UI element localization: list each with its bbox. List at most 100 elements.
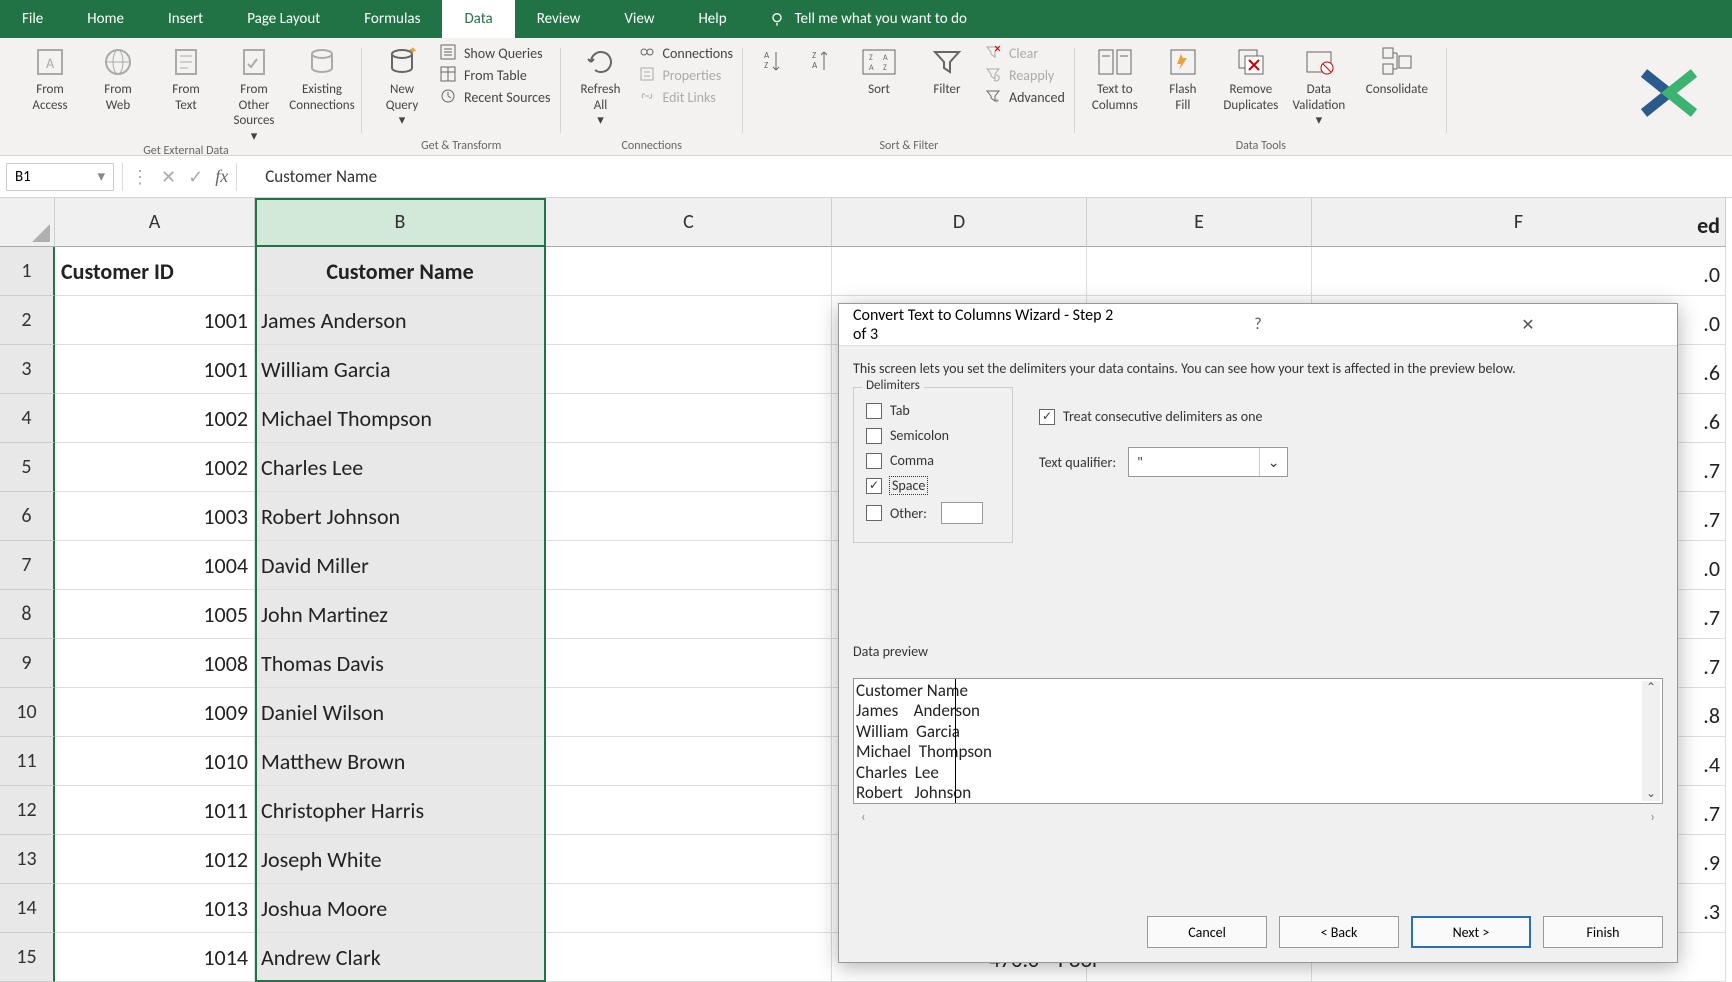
tab-home[interactable]: Home (65, 0, 146, 38)
name-box[interactable]: B1 ▾ (6, 163, 114, 191)
col-header-A[interactable]: A (55, 198, 255, 247)
text-to-columns-button[interactable]: Text toColumns (1085, 40, 1145, 113)
cell[interactable]: 1002 (55, 394, 255, 443)
properties-button[interactable]: Properties (639, 66, 733, 84)
scroll-left-icon[interactable]: ‹ (861, 808, 866, 825)
cell[interactable] (1312, 247, 1726, 296)
col-header-B[interactable]: B (255, 198, 546, 247)
cell[interactable] (1087, 247, 1312, 296)
show-queries-button[interactable]: Show Queries (440, 44, 551, 62)
row-header-15[interactable]: 15 (0, 933, 55, 982)
fx-icon[interactable]: fx (215, 166, 228, 187)
dots-icon[interactable]: ⋮ (131, 166, 149, 188)
cell[interactable] (546, 786, 832, 835)
tab-insert[interactable]: Insert (146, 0, 225, 38)
row-header-2[interactable]: 2 (0, 296, 55, 345)
edit-links-button[interactable]: Edit Links (639, 88, 733, 106)
cell[interactable] (546, 247, 832, 296)
cell[interactable] (546, 394, 832, 443)
cell[interactable]: 1005 (55, 590, 255, 639)
cell[interactable] (546, 443, 832, 492)
row-header-10[interactable]: 10 (0, 688, 55, 737)
data-validation-button[interactable]: DataValidation ▾ (1289, 40, 1349, 129)
row-header-5[interactable]: 5 (0, 443, 55, 492)
row-header-11[interactable]: 11 (0, 737, 55, 786)
sort-az-button[interactable]: AZ (753, 40, 793, 82)
remove-duplicates-button[interactable]: RemoveDuplicates (1221, 40, 1281, 113)
row-header-3[interactable]: 3 (0, 345, 55, 394)
semicolon-checkbox[interactable] (866, 428, 882, 444)
cell[interactable]: 1001 (55, 296, 255, 345)
enter-icon[interactable]: ✓ (188, 166, 203, 188)
refresh-all-button[interactable]: RefreshAll ▾ (571, 40, 631, 129)
other-delimiter-input[interactable] (941, 502, 983, 524)
sort-button[interactable]: ZAAZSort (849, 40, 909, 98)
cell[interactable]: James Anderson (255, 296, 546, 345)
cell[interactable] (546, 835, 832, 884)
tab-page-layout[interactable]: Page Layout (225, 0, 342, 38)
space-checkbox[interactable] (866, 478, 882, 494)
col-header-E[interactable]: E (1087, 198, 1312, 247)
col-header-F[interactable]: F (1312, 198, 1726, 247)
cell[interactable]: 1001 (55, 345, 255, 394)
row-header-9[interactable]: 9 (0, 639, 55, 688)
cell[interactable]: Charles Lee (255, 443, 546, 492)
from-access-button[interactable]: AFromAccess (20, 40, 80, 113)
scroll-up-icon[interactable]: ⌃ (1646, 681, 1656, 695)
tab-file[interactable]: File (0, 0, 65, 38)
cell[interactable]: David Miller (255, 541, 546, 590)
cell[interactable] (832, 247, 1087, 296)
tab-view[interactable]: View (602, 0, 676, 38)
cell[interactable]: 1014 (55, 933, 255, 982)
sort-za-button[interactable]: ZA (801, 40, 841, 82)
cell[interactable]: Thomas Davis (255, 639, 546, 688)
cell[interactable]: Robert Johnson (255, 492, 546, 541)
dialog-help-button[interactable]: ? (1123, 315, 1393, 334)
cell[interactable]: 1004 (55, 541, 255, 590)
col-header-C[interactable]: C (546, 198, 832, 247)
filter-button[interactable]: Filter (917, 40, 977, 98)
cell[interactable] (546, 639, 832, 688)
cell[interactable]: 1002 (55, 443, 255, 492)
cell[interactable] (546, 296, 832, 345)
comma-checkbox[interactable] (866, 453, 882, 469)
reapply-button[interactable]: Reapply (985, 66, 1065, 84)
cell[interactable]: 1012 (55, 835, 255, 884)
cell[interactable]: 1011 (55, 786, 255, 835)
row-header-8[interactable]: 8 (0, 590, 55, 639)
row-header-14[interactable]: 14 (0, 884, 55, 933)
from-web-button[interactable]: FromWeb (88, 40, 148, 113)
cell[interactable]: Matthew Brown (255, 737, 546, 786)
formula-input[interactable]: Customer Name (245, 166, 1726, 187)
cell[interactable] (546, 737, 832, 786)
select-all-corner[interactable] (0, 198, 55, 247)
cell[interactable]: Joshua Moore (255, 884, 546, 933)
cancel-icon[interactable]: ✕ (161, 166, 176, 188)
cell[interactable]: Customer ID (55, 247, 255, 296)
cell[interactable]: Customer Name (255, 247, 546, 296)
cell[interactable]: William Garcia (255, 345, 546, 394)
scroll-down-icon[interactable]: ⌄ (1646, 787, 1656, 801)
preview-scrollbar-h[interactable]: ‹› (853, 804, 1663, 828)
clear-filter-button[interactable]: Clear (985, 44, 1065, 62)
cell[interactable]: Joseph White (255, 835, 546, 884)
existing-connections-button[interactable]: ExistingConnections (292, 40, 352, 113)
row-header-13[interactable]: 13 (0, 835, 55, 884)
cell[interactable]: Michael Thompson (255, 394, 546, 443)
dialog-close-button[interactable]: ✕ (1393, 315, 1663, 335)
cell[interactable] (546, 884, 832, 933)
from-other-sources-button[interactable]: From OtherSources ▾ (224, 40, 284, 144)
connections-button[interactable]: Connections (639, 44, 733, 62)
cell[interactable]: Andrew Clark (255, 933, 546, 982)
finish-button[interactable]: Finish (1543, 916, 1663, 948)
cell[interactable]: 1013 (55, 884, 255, 933)
advanced-filter-button[interactable]: +Advanced (985, 88, 1065, 106)
row-header-1[interactable]: 1 (0, 247, 55, 296)
row-header-4[interactable]: 4 (0, 394, 55, 443)
tab-formulas[interactable]: Formulas (342, 0, 442, 38)
cell[interactable] (546, 933, 832, 982)
back-button[interactable]: < Back (1279, 916, 1399, 948)
scroll-right-icon[interactable]: › (1650, 808, 1655, 825)
flash-fill-button[interactable]: FlashFill (1153, 40, 1213, 113)
cell[interactable]: John Martinez (255, 590, 546, 639)
